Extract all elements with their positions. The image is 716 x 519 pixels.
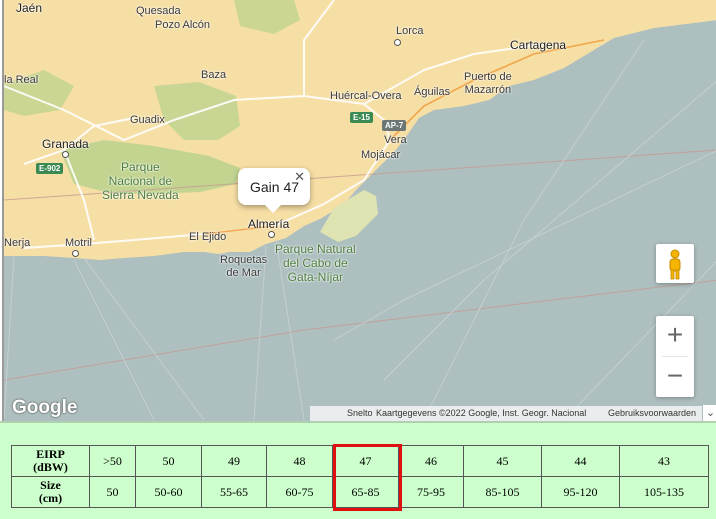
eirp-cell: 49 — [201, 445, 267, 477]
eirp-cell-highlighted: 47 — [332, 445, 399, 477]
place-marker — [62, 151, 69, 158]
place-vera: Vera — [384, 134, 407, 146]
eirp-header: EIRP (dBW) — [11, 445, 90, 477]
info-popup: Gain 47 ✕ — [238, 168, 310, 213]
pegman-icon — [669, 249, 681, 280]
size-cell: 50-60 — [135, 476, 202, 508]
place-pozo-alcon: Pozo Alcón — [155, 19, 211, 31]
close-icon[interactable]: ✕ — [294, 169, 305, 185]
eirp-cell: 43 — [619, 445, 709, 477]
map-attribution: Snelto Kaartgegevens ©2022 Google, Inst.… — [310, 406, 702, 421]
size-cell: 75-95 — [398, 476, 464, 508]
eirp-cell: >50 — [89, 445, 136, 477]
place-quesada: Quesada — [136, 5, 181, 17]
popup-text: Gain 47 — [250, 179, 300, 195]
zoom-out-icon[interactable]: − — [656, 357, 694, 397]
place-puerto-de-mazarron: Puerto de Mazarrón — [464, 71, 512, 96]
road-shield-e902: E-902 — [36, 163, 64, 174]
place-cartagena: Cartagena — [510, 38, 567, 52]
size-header: Size (cm) — [11, 476, 90, 508]
eirp-cell: 44 — [541, 445, 620, 477]
road-shield-ap7: AP-7 — [382, 120, 407, 131]
eirp-cell: 50 — [135, 445, 202, 477]
eirp-cell: 46 — [398, 445, 464, 477]
zoom-in-icon[interactable]: + — [656, 316, 694, 356]
place-mojacar: Mojácar — [361, 149, 401, 161]
size-cell-highlighted: 65-85 — [332, 476, 399, 508]
place-el-ejido: El Ejido — [189, 231, 227, 243]
place-jaen: Jaén — [16, 1, 43, 15]
size-cell: 60-75 — [266, 476, 333, 508]
eirp-size-panel: EIRP (dBW) >50 50 49 48 47 46 45 44 43 S… — [0, 421, 716, 519]
place-guadix: Guadix — [130, 114, 165, 126]
popup-tail — [265, 205, 281, 213]
table-row-size: Size (cm) 50 50-60 55-65 60-75 65-85 75-… — [11, 476, 709, 508]
place-almeria: Almería — [248, 217, 290, 231]
place-marker — [268, 231, 275, 238]
keyboard-shortcuts-link[interactable]: Snelto — [347, 406, 373, 421]
place-roquetas-de-mar: Roquetas de Mar — [220, 254, 268, 279]
place-motril: Motril — [65, 237, 92, 249]
eirp-cell: 48 — [266, 445, 333, 477]
size-cell: 85-105 — [463, 476, 542, 508]
eirp-cell: 45 — [463, 445, 542, 477]
size-cell: 95-120 — [541, 476, 620, 508]
place-aguilas: Águilas — [414, 86, 451, 98]
size-cell: 50 — [89, 476, 136, 508]
place-nerja: Nerja — [4, 237, 31, 249]
park-cabo-de-gata: Parque Natural del Cabo de Gata-Níjar — [275, 242, 356, 284]
size-cell: 55-65 — [201, 476, 267, 508]
zoom-control: + − — [656, 316, 694, 397]
place-la-real: la Real — [4, 74, 39, 86]
park-sierra-nevada: Parque Nacional de Sierra Nevada — [102, 160, 179, 202]
road-shield-e15: E-15 — [350, 112, 373, 123]
place-lorca: Lorca — [396, 25, 424, 37]
map-view[interactable]: Jaén Quesada Pozo Alcón Lorca Cartagena … — [2, 0, 716, 421]
street-view-pegman[interactable] — [656, 244, 694, 283]
google-logo[interactable]: Google — [12, 397, 77, 419]
place-granada: Granada — [42, 137, 89, 151]
place-baza: Baza — [201, 69, 227, 81]
place-marker — [72, 250, 79, 257]
size-cell: 105-135 — [619, 476, 709, 508]
table-row-eirp: EIRP (dBW) >50 50 49 48 47 46 45 44 43 — [11, 445, 709, 477]
map-base — [4, 0, 716, 421]
terms-link[interactable]: Gebruiksvoorwaarden — [608, 406, 696, 421]
eirp-size-table: EIRP (dBW) >50 50 49 48 47 46 45 44 43 S… — [11, 445, 709, 508]
place-huercal-overa: Huércal-Overa — [330, 90, 402, 102]
chevron-down-icon[interactable]: ⌄ — [703, 405, 716, 421]
place-marker — [394, 39, 401, 46]
map-data-text: Kaartgegevens ©2022 Google, Inst. Geogr.… — [376, 408, 587, 418]
